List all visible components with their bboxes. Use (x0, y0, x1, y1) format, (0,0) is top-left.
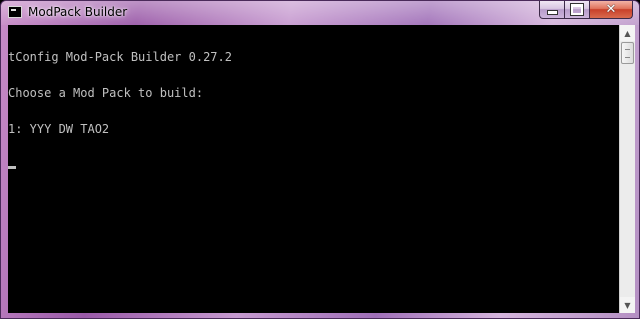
window-title: ModPack Builder (28, 5, 128, 19)
arrow-up-icon: ▲ (624, 28, 631, 38)
console-line-header: tConfig Mod-Pack Builder 0.27.2 (8, 50, 232, 64)
maximize-icon (570, 3, 584, 16)
scroll-down-button[interactable]: ▼ (620, 297, 635, 313)
scroll-thumb[interactable] (621, 42, 634, 64)
console-text: tConfig Mod-Pack Builder 0.27.2 Choose a… (8, 27, 232, 193)
close-icon: ✕ (605, 2, 617, 17)
console-icon[interactable] (8, 6, 22, 18)
maximize-button[interactable] (565, 1, 590, 19)
console-line-option: 1: YYY DW TAO2 (8, 122, 110, 136)
console-window: ModPack Builder ✕ tConfig Mod-Pack Build… (0, 0, 640, 319)
title-bar[interactable]: ModPack Builder ✕ (1, 1, 639, 25)
close-button[interactable]: ✕ (590, 1, 633, 19)
console-output[interactable]: tConfig Mod-Pack Builder 0.27.2 Choose a… (8, 25, 619, 313)
caption-buttons: ✕ (539, 1, 633, 20)
console-line-prompt: Choose a Mod Pack to build: (8, 86, 204, 100)
arrow-down-icon: ▼ (624, 300, 631, 310)
scroll-up-button[interactable]: ▲ (620, 25, 635, 41)
vertical-scrollbar[interactable]: ▲ ▼ (619, 25, 635, 313)
text-cursor (8, 166, 16, 169)
minimize-button[interactable] (539, 1, 565, 19)
minimize-icon (546, 10, 558, 15)
